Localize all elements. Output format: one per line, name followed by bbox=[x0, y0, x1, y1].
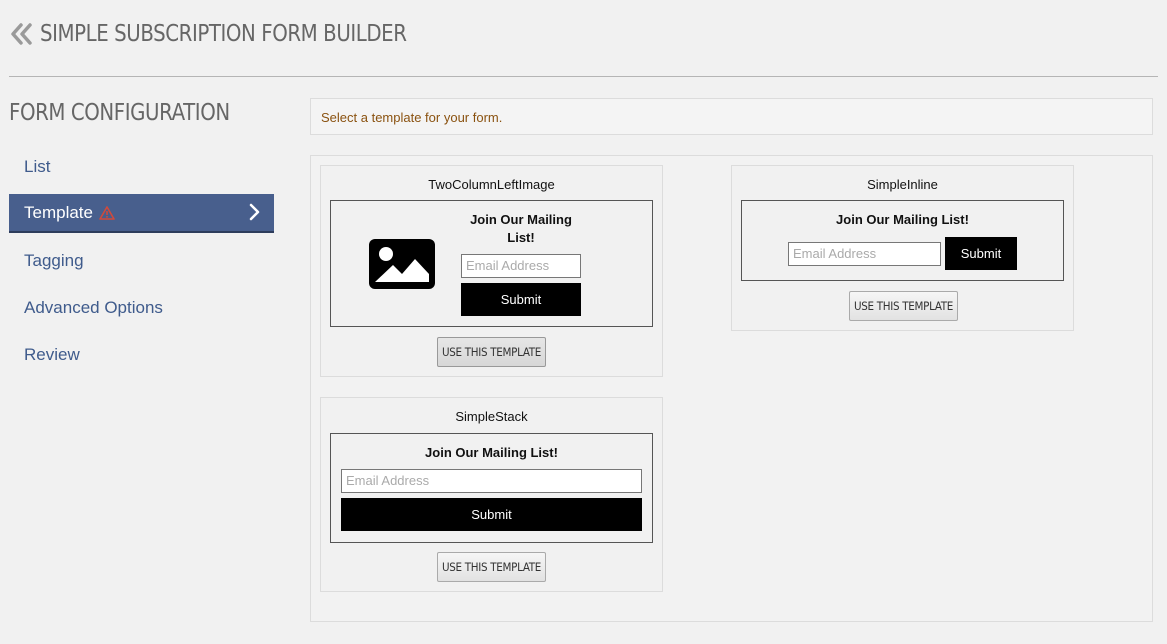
submit-button[interactable]: Submit bbox=[945, 237, 1017, 270]
form-heading: Join Our Mailing List! bbox=[461, 211, 581, 247]
sidebar-item-advanced-options[interactable]: Advanced Options bbox=[9, 288, 274, 327]
template-name: SimpleInline bbox=[867, 177, 938, 192]
template-card-two-column-left-image: TwoColumnLeftImage Join Our Mailing List… bbox=[320, 165, 663, 377]
use-template-button[interactable]: USE THIS TEMPLATE bbox=[849, 291, 958, 321]
sidebar-item-tagging[interactable]: Tagging bbox=[9, 241, 274, 280]
templates-panel: TwoColumnLeftImage Join Our Mailing List… bbox=[310, 155, 1153, 622]
sidebar-item-template[interactable]: Template bbox=[9, 194, 274, 233]
template-preview: Join Our Mailing List! Email Address Sub… bbox=[330, 433, 653, 543]
image-placeholder-icon bbox=[369, 239, 435, 294]
submit-button[interactable]: Submit bbox=[461, 283, 581, 316]
template-name: SimpleStack bbox=[455, 409, 528, 424]
template-preview: Join Our Mailing List! Email Address Sub… bbox=[330, 200, 653, 327]
template-name: TwoColumnLeftImage bbox=[428, 177, 555, 192]
sidebar-item-label: Tagging bbox=[24, 250, 84, 270]
form-heading: Join Our Mailing List! bbox=[425, 445, 558, 460]
sidebar-item-label: Review bbox=[24, 344, 80, 364]
double-chevron-left-icon[interactable] bbox=[10, 22, 34, 46]
sidebar-item-review[interactable]: Review bbox=[9, 335, 274, 374]
sidebar-item-label: Advanced Options bbox=[24, 297, 163, 317]
chevron-right-icon bbox=[248, 203, 260, 221]
template-preview: Join Our Mailing List! Email Address Sub… bbox=[741, 200, 1064, 281]
email-field[interactable]: Email Address bbox=[461, 254, 581, 278]
template-notice: Select a template for your form. bbox=[310, 98, 1153, 135]
page-header: SIMPLE SUBSCRIPTION FORM BUILDER bbox=[10, 14, 466, 54]
sidebar-item-list[interactable]: List bbox=[9, 147, 274, 186]
sidebar-item-label: Template bbox=[24, 202, 93, 222]
sidebar-item-label: List bbox=[24, 156, 51, 176]
email-field[interactable]: Email Address bbox=[788, 242, 941, 266]
form-heading: Join Our Mailing List! bbox=[836, 212, 969, 227]
header-divider bbox=[9, 76, 1158, 77]
template-card-simple-stack: SimpleStack Join Our Mailing List! Email… bbox=[320, 397, 663, 592]
use-template-button[interactable]: USE THIS TEMPLATE bbox=[437, 552, 546, 582]
page-title: SIMPLE SUBSCRIPTION FORM BUILDER bbox=[40, 21, 407, 47]
form-heading-line: Join Our Mailing bbox=[470, 212, 572, 227]
warning-triangle-icon bbox=[99, 205, 115, 220]
submit-button[interactable]: Submit bbox=[341, 498, 642, 531]
template-card-simple-inline: SimpleInline Join Our Mailing List! Emai… bbox=[731, 165, 1074, 331]
form-heading-line: List! bbox=[507, 230, 535, 245]
use-template-button[interactable]: USE THIS TEMPLATE bbox=[437, 337, 546, 367]
sidebar-nav: List Template Tagging Advanced Options R… bbox=[9, 147, 274, 382]
sidebar-heading: FORM CONFIGURATION bbox=[9, 100, 230, 126]
email-field[interactable]: Email Address bbox=[341, 469, 642, 493]
